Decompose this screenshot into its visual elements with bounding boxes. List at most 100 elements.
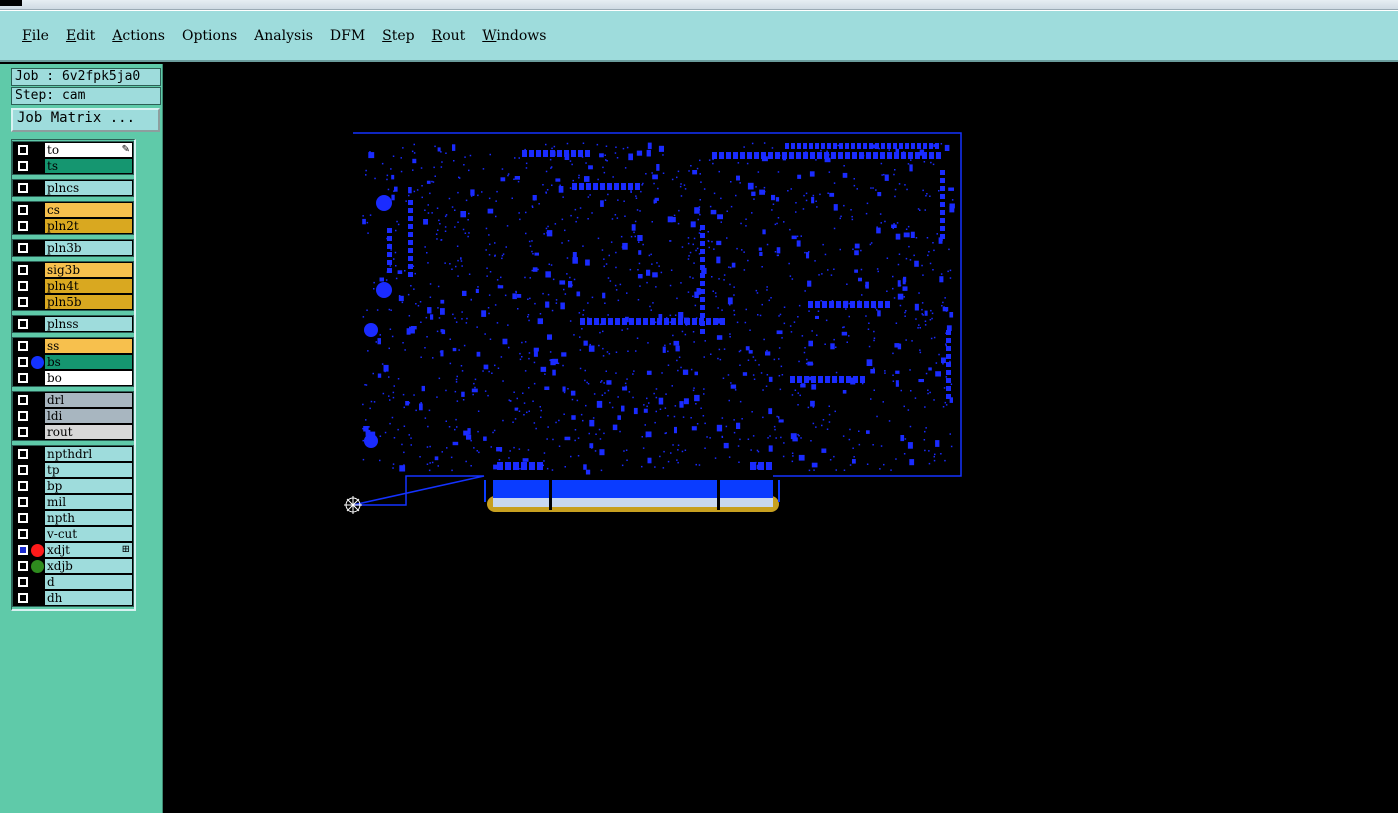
layer-row-xdjb[interactable]: xdjb (13, 558, 133, 574)
layer-name[interactable]: mil (45, 495, 132, 509)
layer-checkbox[interactable] (18, 427, 28, 437)
layer-display-slot[interactable] (29, 218, 45, 234)
layer-display-slot[interactable] (29, 446, 45, 462)
layer-name[interactable]: sig3b (45, 263, 132, 277)
layer-name[interactable]: pln5b (45, 295, 132, 309)
layer-name[interactable]: npth (45, 511, 132, 525)
layer-name[interactable]: pln3b (45, 241, 132, 255)
layer-display-slot[interactable] (29, 478, 45, 494)
layer-row-ss[interactable]: ss (13, 338, 133, 354)
layer-checkbox[interactable] (18, 545, 28, 555)
layer-display-slot[interactable] (29, 590, 45, 606)
layer-row-npth[interactable]: npth (13, 510, 133, 526)
layer-checkbox[interactable] (18, 341, 28, 351)
layer-name[interactable]: ldi (45, 409, 132, 423)
menu-options[interactable]: Options (174, 28, 245, 44)
layer-checkbox[interactable] (18, 529, 28, 539)
layer-row-ldi[interactable]: ldi (13, 408, 133, 424)
layer-row-plncs[interactable]: plncs (13, 180, 133, 196)
layer-checkbox[interactable] (18, 465, 28, 475)
layer-name[interactable]: drl (45, 393, 132, 407)
layer-name[interactable]: plnss (45, 317, 132, 331)
layer-row-bo[interactable]: bo (13, 370, 133, 386)
layer-display-slot[interactable] (29, 158, 45, 174)
menu-edit[interactable]: Edit (58, 28, 103, 44)
layer-display-slot[interactable] (29, 424, 45, 440)
layer-row-npthdrl[interactable]: npthdrl (13, 446, 133, 462)
layer-display-slot[interactable] (29, 262, 45, 278)
layer-row-mil[interactable]: mil (13, 494, 133, 510)
layer-checkbox[interactable] (18, 593, 28, 603)
layer-row-drl[interactable]: drl (13, 392, 133, 408)
layer-checkbox[interactable] (18, 395, 28, 405)
layer-row-to[interactable]: to ✎ (13, 142, 133, 158)
layer-display-slot[interactable] (29, 510, 45, 526)
layer-checkbox[interactable] (18, 481, 28, 491)
layer-row-sig3b[interactable]: sig3b (13, 262, 133, 278)
layer-display-slot[interactable] (29, 316, 45, 332)
layer-row-pln2t[interactable]: pln2t (13, 218, 133, 234)
layer-name[interactable]: xdjt ⊞ (45, 543, 132, 557)
layer-row-cs[interactable]: cs (13, 202, 133, 218)
menu-file[interactable]: File (14, 28, 57, 44)
layer-name[interactable]: d (45, 575, 132, 589)
layer-checkbox[interactable] (18, 205, 28, 215)
layer-checkbox[interactable] (18, 319, 28, 329)
layer-display-slot[interactable] (29, 180, 45, 196)
layer-checkbox[interactable] (18, 183, 28, 193)
layer-checkbox[interactable] (18, 281, 28, 291)
layer-name[interactable]: rout (45, 425, 132, 439)
layer-row-pln3b[interactable]: pln3b (13, 240, 133, 256)
layer-display-slot[interactable] (29, 142, 45, 158)
layer-display-slot[interactable] (29, 558, 45, 574)
layer-display-slot[interactable] (29, 526, 45, 542)
layer-row-dh[interactable]: dh (13, 590, 133, 606)
layer-checkbox[interactable] (18, 265, 28, 275)
layer-name[interactable]: ts (45, 159, 132, 173)
layer-row-rout[interactable]: rout (13, 424, 133, 440)
layer-display-slot[interactable] (29, 574, 45, 590)
menu-analysis[interactable]: Analysis (246, 28, 321, 44)
graphic-canvas[interactable] (164, 64, 1398, 813)
layer-checkbox[interactable] (18, 221, 28, 231)
layer-checkbox[interactable] (18, 145, 28, 155)
system-menu-icon[interactable] (0, 0, 22, 6)
layer-name[interactable]: pln4t (45, 279, 132, 293)
menu-rout[interactable]: Rout (424, 28, 474, 44)
layer-checkbox[interactable] (18, 411, 28, 421)
menu-actions[interactable]: Actions (104, 28, 173, 44)
layer-name[interactable]: tp (45, 463, 132, 477)
layer-checkbox[interactable] (18, 357, 28, 367)
layer-row-d[interactable]: d (13, 574, 133, 590)
layer-name[interactable]: bs (45, 355, 132, 369)
layer-display-slot[interactable] (29, 338, 45, 354)
layer-display-slot[interactable] (29, 462, 45, 478)
layer-display-slot[interactable] (29, 494, 45, 510)
layer-display-slot[interactable] (29, 354, 45, 370)
layer-checkbox[interactable] (18, 577, 28, 587)
layer-checkbox[interactable] (18, 513, 28, 523)
layer-name[interactable]: plncs (45, 181, 132, 195)
layer-checkbox[interactable] (18, 297, 28, 307)
layer-display-slot[interactable] (29, 542, 45, 558)
layer-row-tp[interactable]: tp (13, 462, 133, 478)
job-matrix-button[interactable]: Job Matrix ... (11, 108, 160, 132)
layer-row-pln4t[interactable]: pln4t (13, 278, 133, 294)
layer-name[interactable]: xdjb (45, 559, 132, 573)
layer-display-slot[interactable] (29, 294, 45, 310)
layer-checkbox[interactable] (18, 373, 28, 383)
layer-display-slot[interactable] (29, 240, 45, 256)
menu-windows[interactable]: Windows (474, 28, 554, 44)
layer-name[interactable]: ss (45, 339, 132, 353)
menu-dfm[interactable]: DFM (322, 28, 373, 44)
layer-display-slot[interactable] (29, 202, 45, 218)
layer-row-pln5b[interactable]: pln5b (13, 294, 133, 310)
layer-name[interactable]: to ✎ (45, 143, 132, 157)
layer-checkbox[interactable] (18, 561, 28, 571)
layer-name[interactable]: dh (45, 591, 132, 605)
layer-display-slot[interactable] (29, 392, 45, 408)
menu-step[interactable]: Step (374, 28, 422, 44)
layer-checkbox[interactable] (18, 449, 28, 459)
layer-row-bp[interactable]: bp (13, 478, 133, 494)
layer-row-v-cut[interactable]: v-cut (13, 526, 133, 542)
